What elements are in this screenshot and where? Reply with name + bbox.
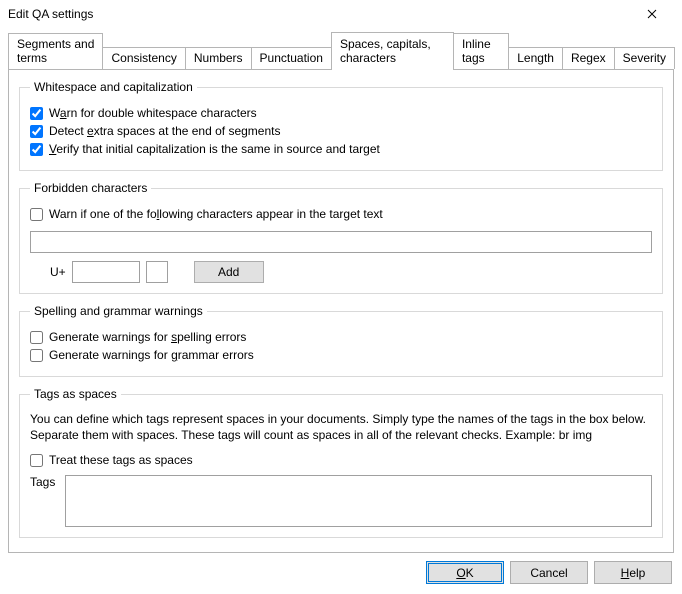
unicode-hex-input[interactable] — [72, 261, 140, 283]
tab-consistency[interactable]: Consistency — [102, 47, 185, 69]
check-detect-end-spaces[interactable]: Detect extra spaces at the end of segmen… — [30, 124, 652, 138]
tab-regex[interactable]: Regex — [562, 47, 615, 69]
u-plus-label: U+ — [50, 265, 66, 279]
checkbox-treat-tags[interactable] — [30, 454, 43, 467]
label-warn-double: Warn for double whitespace characters — [49, 106, 257, 120]
label-spelling: Generate warnings for spelling errors — [49, 330, 246, 344]
titlebar: Edit QA settings — [0, 0, 682, 28]
tags-input[interactable] — [65, 475, 652, 527]
tab-inline-tags[interactable]: Inline tags — [453, 33, 509, 69]
window-title: Edit QA settings — [8, 7, 93, 21]
group-spelling: Spelling and grammar warnings Generate w… — [19, 304, 663, 377]
label-grammar: Generate warnings for grammar errors — [49, 348, 254, 362]
check-treat-tags-as-spaces[interactable]: Treat these tags as spaces — [30, 453, 652, 467]
checkbox-verify-cap[interactable] — [30, 143, 43, 156]
checkbox-detect-end[interactable] — [30, 125, 43, 138]
legend-whitespace: Whitespace and capitalization — [30, 80, 197, 94]
close-icon — [647, 9, 657, 19]
label-verify-cap: Verify that initial capitalization is th… — [49, 142, 380, 156]
tab-severity[interactable]: Severity — [614, 47, 675, 69]
unicode-row: U+ Add — [50, 261, 652, 283]
legend-forbidden: Forbidden characters — [30, 181, 151, 195]
label-detect-end: Detect extra spaces at the end of segmen… — [49, 124, 280, 138]
tab-segments[interactable]: Segments and terms — [8, 33, 103, 69]
group-forbidden: Forbidden characters Warn if one of the … — [19, 181, 663, 294]
help-button[interactable]: Help — [594, 561, 672, 584]
tab-punctuation[interactable]: Punctuation — [251, 47, 332, 69]
legend-spelling: Spelling and grammar warnings — [30, 304, 207, 318]
tab-length[interactable]: Length — [508, 47, 563, 69]
label-warn-forbidden: Warn if one of the following characters … — [49, 207, 383, 221]
tags-label: Tags — [30, 475, 55, 489]
cancel-button[interactable]: Cancel — [510, 561, 588, 584]
checkbox-spelling[interactable] — [30, 331, 43, 344]
checkbox-grammar[interactable] — [30, 349, 43, 362]
group-tags-as-spaces: Tags as spaces You can define which tags… — [19, 387, 663, 538]
check-spelling-warnings[interactable]: Generate warnings for spelling errors — [30, 330, 652, 344]
ok-button[interactable]: OK — [426, 561, 504, 584]
tags-row: Tags — [30, 475, 652, 527]
close-button[interactable] — [632, 0, 672, 28]
check-grammar-warnings[interactable]: Generate warnings for grammar errors — [30, 348, 652, 362]
label-treat-tags: Treat these tags as spaces — [49, 453, 193, 467]
dialog-buttons: OK Cancel Help — [0, 553, 682, 594]
tab-spaces-capitals-characters[interactable]: Spaces, capitals, characters — [331, 32, 454, 70]
legend-tags-as-spaces: Tags as spaces — [30, 387, 121, 401]
forbidden-chars-input[interactable] — [30, 231, 652, 253]
check-warn-double-whitespace[interactable]: Warn for double whitespace characters — [30, 106, 652, 120]
checkbox-warn-forbidden[interactable] — [30, 208, 43, 221]
unicode-char-preview[interactable] — [146, 261, 168, 283]
tags-help-text: You can define which tags represent spac… — [30, 411, 652, 443]
group-whitespace: Whitespace and capitalization Warn for d… — [19, 80, 663, 171]
check-warn-forbidden[interactable]: Warn if one of the following characters … — [30, 207, 652, 221]
tab-numbers[interactable]: Numbers — [185, 47, 252, 69]
add-button[interactable]: Add — [194, 261, 264, 283]
tab-strip: Segments and terms Consistency Numbers P… — [8, 32, 674, 69]
tab-panel: Whitespace and capitalization Warn for d… — [8, 69, 674, 553]
check-verify-capitalization[interactable]: Verify that initial capitalization is th… — [30, 142, 652, 156]
checkbox-warn-double[interactable] — [30, 107, 43, 120]
